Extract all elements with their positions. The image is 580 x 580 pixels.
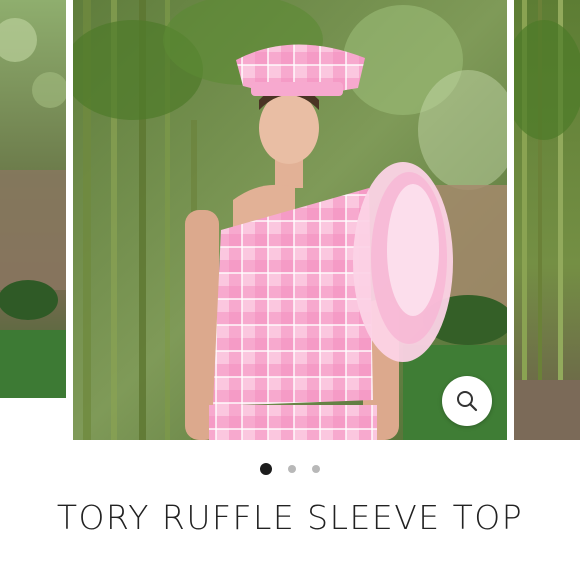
pagination-dot-2[interactable] xyxy=(288,465,296,473)
previous-slide-image[interactable] xyxy=(0,0,66,398)
magnifier-icon xyxy=(457,391,478,412)
main-product-image[interactable] xyxy=(73,0,507,440)
next-slide-image[interactable] xyxy=(514,0,580,440)
pagination-dot-3[interactable] xyxy=(312,465,320,473)
product-image-carousel[interactable] xyxy=(0,0,580,442)
next-slide-picture xyxy=(514,0,580,440)
pagination-dot-1[interactable] xyxy=(260,463,272,475)
zoom-button[interactable] xyxy=(442,376,492,426)
model-wearing-pink-ruffle-top-picture xyxy=(73,0,507,440)
product-title: TORY RUFFLE SLEEVE TOP xyxy=(56,498,524,537)
carousel-pagination xyxy=(0,462,580,476)
previous-slide-picture xyxy=(0,0,66,398)
